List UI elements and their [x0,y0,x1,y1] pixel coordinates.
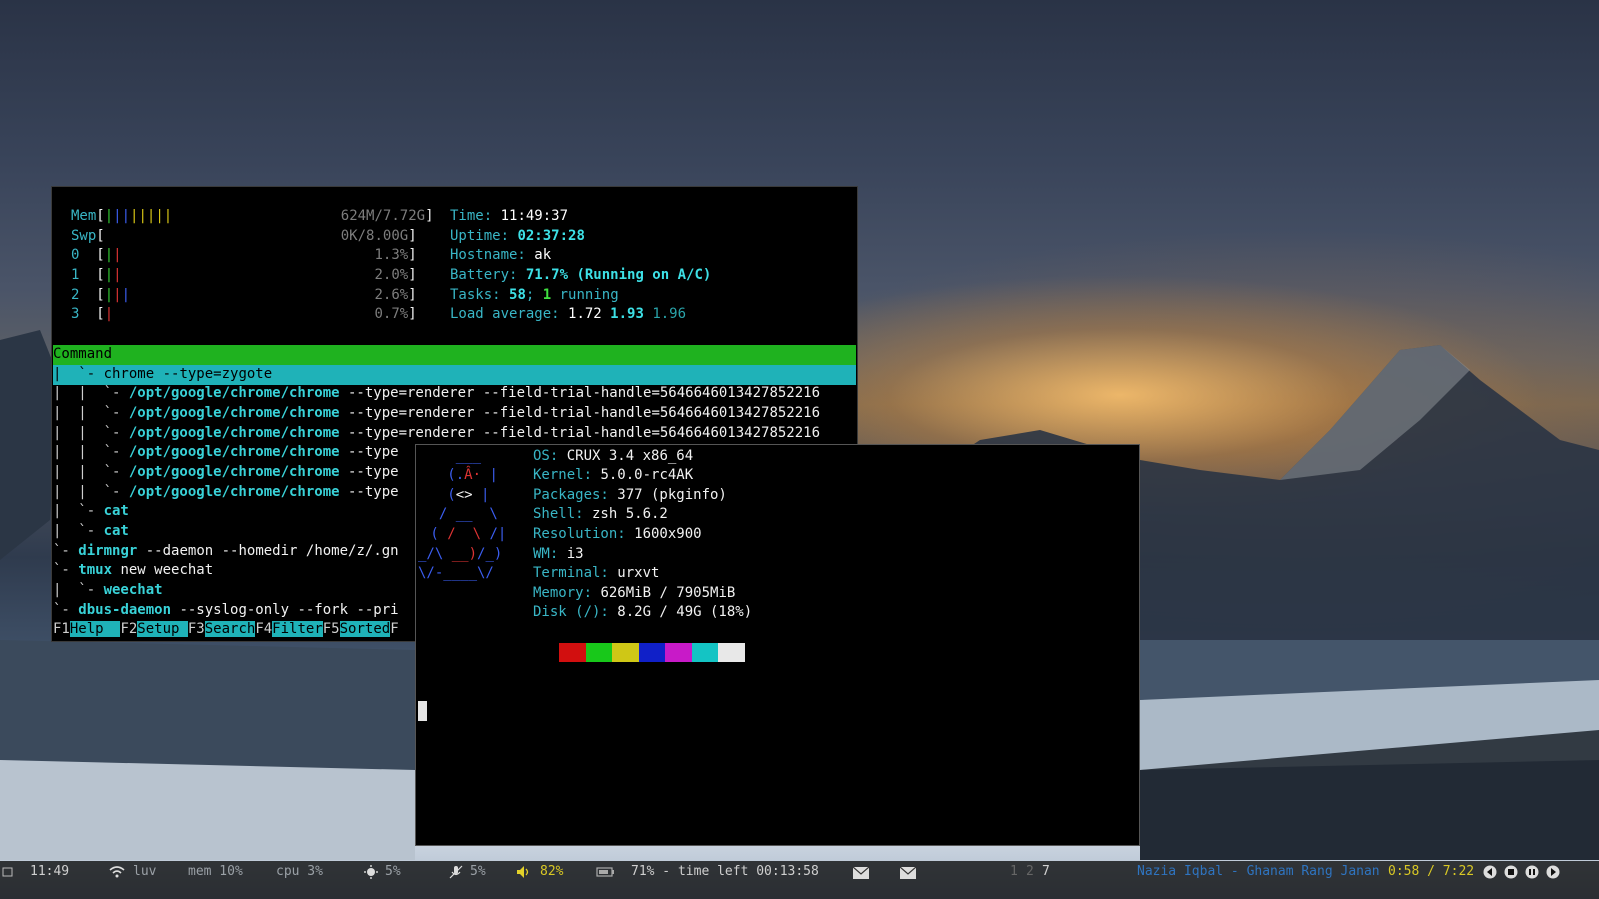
help-button[interactable]: Help [69,621,121,637]
search-button[interactable]: Search [204,621,256,637]
shell-line: Shell: zsh 5.6.2 [533,506,668,522]
process-row[interactable]: `- dirmngr --daemon --homedir /home/z/.g… [53,542,399,562]
terminal-cursor[interactable] [418,701,427,721]
mem-meter: Mem[|||||||| 624M/7.72G] [71,208,434,224]
mem-usage: mem 10% [188,864,243,879]
process-row[interactable]: `- dbus-daemon --syslog-only --fork --pr… [53,601,399,621]
swap-meter: Swp[ 0K/8.00G] [71,228,417,244]
cpu2-meter: 2 [||| 2.6%] [71,287,417,303]
color-swatch [638,643,666,662]
mail-icon[interactable] [853,867,869,879]
crux-logo-line: _/\ __)/_) [418,546,503,562]
color-swatch [612,643,639,662]
kernel-line: Kernel: 5.0.0-rc4AK [533,467,694,483]
process-row[interactable]: | | `- /opt/google/chrome/chrome --type=… [53,404,820,424]
wifi-icon [109,866,125,878]
workspace-2[interactable]: 2 [1026,864,1034,879]
process-row[interactable]: | `- cat [53,502,129,522]
color-swatch [718,643,745,662]
sorted-button[interactable]: Sorted [339,621,391,637]
packages-line: Packages: 377 (pkginfo) [533,487,727,503]
color-swatch [665,643,692,662]
time-info: Time: 11:49:37 [450,208,569,224]
battery-info: Battery: 71.7% (Running on A/C) [450,267,712,283]
cpu1-meter: 1 [|| 2.0%] [71,267,417,283]
crux-logo-line: (.Â· | [422,467,498,483]
cpu0-meter: 0 [|| 1.3%] [71,247,417,263]
memory-line: Memory: 626MiB / 7905MiB [533,585,736,601]
load-info: Load average: 1.72 1.93 1.96 [450,306,687,322]
tasks-info: Tasks: 58; 1 running [450,287,619,303]
process-row-selected[interactable]: | `- chrome --type=zygote [53,365,856,385]
pause-icon[interactable] [1525,865,1539,879]
stop-icon[interactable] [1504,865,1518,879]
wm-line: WM: i3 [533,546,584,562]
disk-line: Disk (/): 8.2G / 49G (18%) [533,604,753,620]
process-row[interactable]: | `- cat [53,522,129,542]
volume-icon[interactable] [516,865,532,879]
crux-logo-line: ___ [422,448,482,464]
menu-icon[interactable] [2,865,14,879]
mic-level: 5% [470,864,486,879]
column-header-command[interactable]: Command [53,345,856,365]
brightness-level: 5% [385,864,401,879]
process-row[interactable]: | `- weechat [53,581,163,601]
crux-logo-line: / __ \ [422,506,498,522]
battery-status: 71% - time left 00:13:58 [631,864,819,879]
crux-logo-line: (<> | [422,487,490,503]
cpu3-meter: 3 [| 0.7%] [71,306,417,322]
setup-button[interactable]: Setup [137,621,188,637]
function-key-bar: F1Help F2Setup F3SearchF4FilterF5SortedF [53,621,399,637]
crux-logo-line: \/-____\/ [418,565,494,581]
process-row[interactable]: | | `- /opt/google/chrome/chrome --type=… [53,424,820,444]
terminal-line: Terminal: urxvt [533,565,660,581]
neofetch-terminal[interactable]: ___ (.Â· | (<> | / __ \ ( / \ /| _/\ __)… [415,444,1140,846]
microphone-icon [449,865,463,879]
crux-logo-line: ( / \ /| [422,526,507,542]
next-icon[interactable] [1546,865,1560,879]
hostname-info: Hostname: ak [450,247,552,263]
os-line: OS: CRUX 3.4 x86_64 [533,448,694,464]
uptime-info: Uptime: 02:37:28 [450,228,585,244]
previous-icon[interactable] [1483,865,1497,879]
status-bar: 11:49 luv mem 10% cpu 3% 5% 5% 82% 71% -… [0,861,1599,899]
filter-button[interactable]: Filter [272,621,323,637]
volume-level: 82% [540,864,564,879]
track-position: 0:58 / 7:22 [1388,864,1475,879]
workspace-7[interactable]: 7 [1042,864,1050,879]
mail-icon[interactable] [900,867,916,879]
process-row[interactable]: | | `- /opt/google/chrome/chrome --type [53,463,399,483]
brightness-icon [364,865,378,879]
color-swatch [559,643,586,662]
process-row[interactable]: | | `- /opt/google/chrome/chrome --type [53,443,399,463]
process-row[interactable]: `- tmux new weechat [53,561,213,581]
process-row[interactable]: | | `- /opt/google/chrome/chrome --type [53,483,399,503]
process-row[interactable]: | | `- /opt/google/chrome/chrome --type=… [53,384,820,404]
wifi-network: luv [133,864,157,879]
color-swatch [691,643,719,662]
workspace-1[interactable]: 1 [1010,864,1018,879]
cpu-usage: cpu 3% [276,864,323,879]
color-swatch [585,643,613,662]
now-playing: Nazia Iqbal - Ghanam Rang Janan [1137,864,1380,879]
clock: 11:49 [30,864,70,879]
resolution-line: Resolution: 1600x900 [533,526,702,542]
battery-icon [596,867,614,877]
